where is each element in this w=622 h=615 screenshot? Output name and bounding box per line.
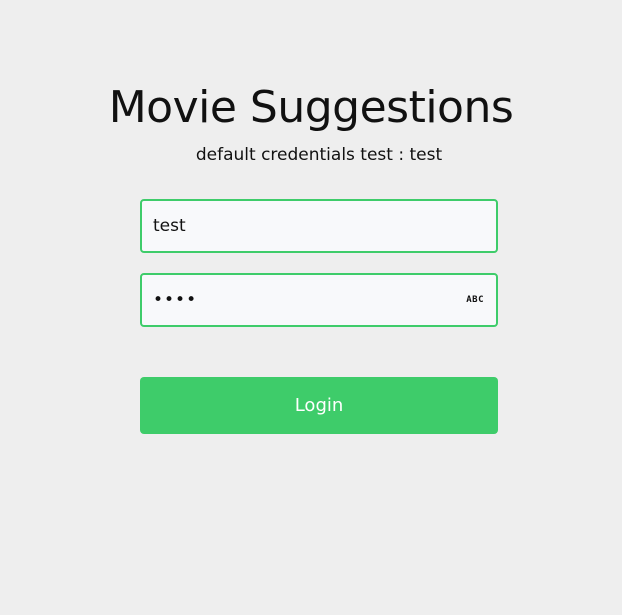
show-password-icon[interactable]: ABC	[466, 295, 484, 305]
password-field-container: ABC	[140, 273, 498, 327]
username-input[interactable]	[142, 201, 496, 251]
username-field-container	[140, 199, 498, 253]
page-title: Movie Suggestions	[108, 82, 514, 133]
login-button[interactable]: Login	[140, 377, 498, 434]
default-credentials-hint: default credentials test : test	[195, 145, 443, 165]
password-input[interactable]	[142, 275, 496, 325]
login-page: Movie Suggestions default credentials te…	[0, 0, 622, 615]
